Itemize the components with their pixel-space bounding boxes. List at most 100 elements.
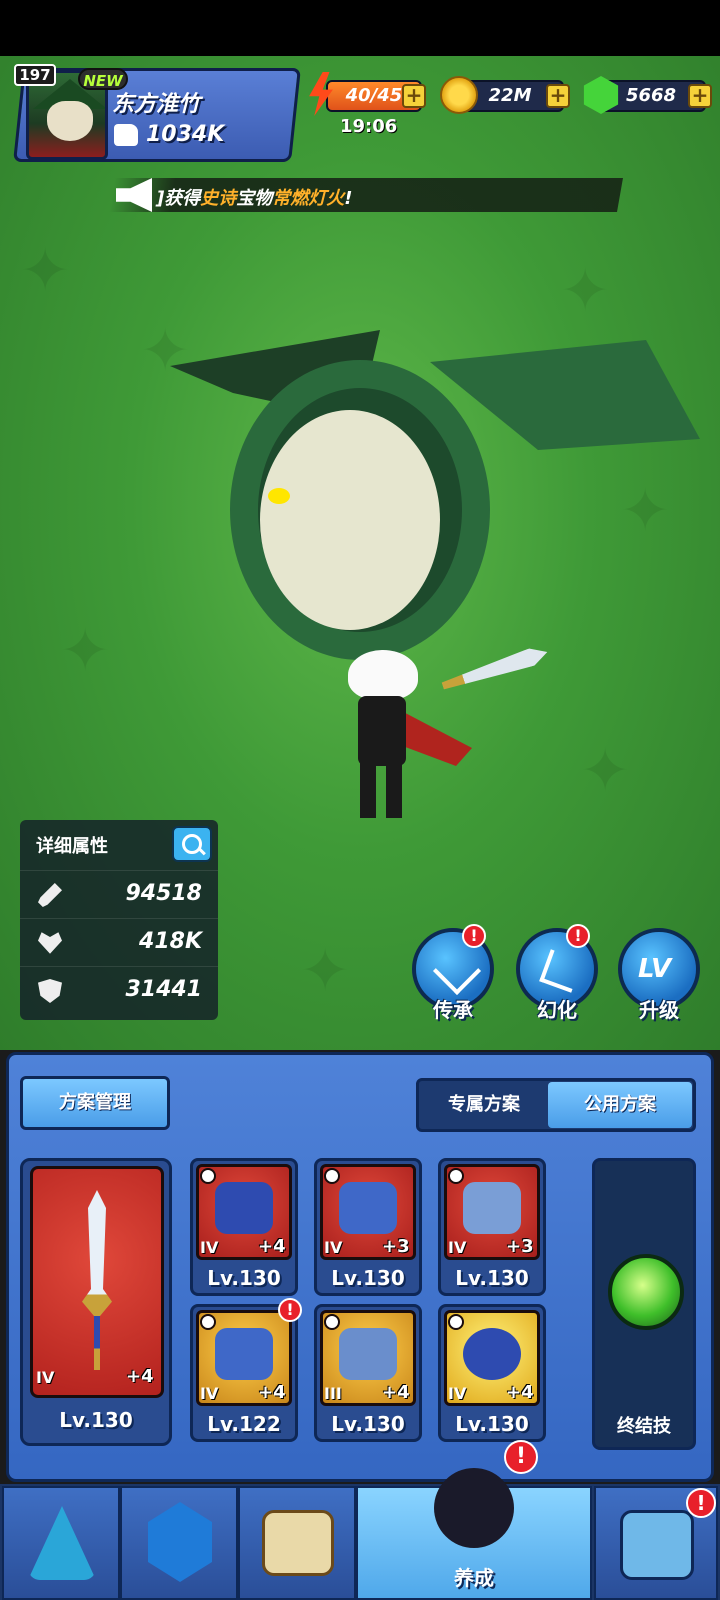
upgrade-label: 升级	[639, 998, 679, 1022]
chest-armor-icon	[463, 1182, 521, 1234]
equip-level: Lv.130	[207, 1266, 281, 1290]
slot-type-icon	[324, 1168, 340, 1184]
transform-label: 幻化	[537, 998, 577, 1022]
equip-tier: IV	[324, 1238, 343, 1257]
stat-row-hp: 418K	[20, 918, 218, 964]
dragon-belly	[260, 410, 440, 630]
hp-value: 418K	[139, 929, 202, 954]
power-row: 1034K	[114, 122, 224, 147]
nav-tab-map[interactable]	[238, 1486, 356, 1600]
weapon-tier: IV	[36, 1368, 55, 1387]
slot-type-icon	[448, 1168, 464, 1184]
shoulder-armor-icon	[339, 1182, 397, 1234]
bg-pattern-icon: ✦	[60, 616, 111, 686]
hero-leg	[360, 762, 376, 818]
nav-label-cultivate: 养成	[454, 1566, 494, 1590]
tab-public-plan[interactable]: 公用方案	[548, 1082, 692, 1128]
equip-level: Lv.130	[455, 1412, 529, 1436]
equip-tier: III	[324, 1384, 342, 1403]
bg-pattern-icon: ✦	[620, 476, 671, 546]
equip-enhance: +4	[258, 1382, 286, 1403]
nav-tab-cultivate[interactable]: 养成	[356, 1468, 592, 1600]
equip-level: Lv.130	[455, 1266, 529, 1290]
equip-level: Lv.122	[207, 1412, 281, 1436]
stat-row-defense: 31441	[20, 966, 218, 1012]
plan-manage-button[interactable]: 方案管理	[20, 1076, 170, 1130]
add-gold-button[interactable]: +	[546, 84, 570, 108]
slot-type-icon	[200, 1168, 216, 1184]
stat-row-attack: 94518	[20, 870, 218, 916]
add-energy-button[interactable]: +	[402, 84, 426, 108]
nav-tab-crystal[interactable]	[2, 1486, 120, 1600]
shop-alert-badge: !	[686, 1488, 716, 1518]
gold-coin-icon	[440, 76, 478, 114]
equip-enhance: +3	[382, 1236, 410, 1257]
ticker-prefix: ]获得	[156, 188, 201, 209]
ticker-item: 常燃灯火	[272, 188, 345, 209]
equip-enhance: +4	[382, 1382, 410, 1403]
crystal-icon	[28, 1506, 96, 1580]
inherit-label: 传承	[433, 998, 473, 1022]
ticker-message: ]获得史诗宝物常燃灯火!	[156, 184, 352, 210]
ticker-suffix: !	[344, 188, 353, 209]
hero-body	[358, 696, 406, 766]
cultivate-alert-badge: !	[504, 1440, 538, 1474]
shield-icon	[38, 979, 62, 1003]
ticker-rarity: 史诗	[200, 188, 237, 209]
gauntlet-icon	[215, 1328, 273, 1380]
status-bar	[0, 0, 720, 56]
attack-value: 94518	[125, 881, 202, 906]
bg-pattern-icon: ✦	[140, 316, 191, 386]
equip-level: Lv.130	[331, 1412, 405, 1436]
gloves-alert-badge: !	[278, 1298, 302, 1322]
stats-title: 详细属性	[36, 836, 108, 857]
bg-pattern-icon: ✦	[20, 236, 71, 306]
energy-timer: 19:06	[340, 116, 398, 137]
hero-hair	[348, 650, 418, 700]
equip-tier: IV	[448, 1238, 467, 1257]
fist-icon	[114, 123, 138, 146]
dragon-eye	[268, 488, 290, 504]
add-gem-button[interactable]: +	[688, 84, 712, 108]
hero-leg	[386, 762, 402, 818]
player-name: 东方淮竹	[112, 92, 201, 117]
power-value: 1034K	[146, 122, 225, 147]
bg-pattern-icon: ✦	[580, 736, 631, 806]
pet-icon	[434, 1468, 514, 1548]
slot-type-icon	[200, 1314, 216, 1330]
inherit-alert-badge: !	[462, 924, 486, 948]
defense-value: 31441	[125, 977, 202, 1002]
shop-icon	[620, 1510, 694, 1580]
weapon-level: Lv.130	[59, 1408, 133, 1432]
equip-level: Lv.130	[331, 1266, 405, 1290]
nav-tab-rune[interactable]	[120, 1486, 238, 1600]
avatar-face	[47, 101, 93, 141]
equip-enhance: +4	[506, 1382, 534, 1403]
helmet-icon	[215, 1182, 273, 1234]
slot-type-icon	[448, 1314, 464, 1330]
inherit-icon	[432, 946, 482, 996]
stats-detail-button[interactable]	[172, 826, 212, 862]
equip-enhance: +4	[258, 1236, 286, 1257]
level-up-icon: LV	[638, 954, 672, 984]
hero-character[interactable]	[342, 650, 472, 820]
tab-exclusive-plan[interactable]: 专属方案	[420, 1082, 548, 1128]
amulet-icon	[463, 1328, 521, 1380]
ticker-middle: 宝物	[236, 188, 273, 209]
boots-icon	[339, 1328, 397, 1380]
map-icon	[262, 1510, 334, 1576]
slot-type-icon	[324, 1314, 340, 1330]
attack-icon	[38, 883, 62, 907]
equip-tier: IV	[448, 1384, 467, 1403]
ultimate-skill-label: 终结技	[617, 1416, 671, 1437]
equip-enhance: +3	[506, 1236, 534, 1257]
bg-pattern-icon: ✦	[560, 256, 611, 326]
equip-tier: IV	[200, 1384, 219, 1403]
ultimate-skill-icon	[608, 1254, 684, 1330]
bg-pattern-icon: ✦	[300, 936, 351, 1006]
rune-icon	[148, 1502, 212, 1582]
transform-icon	[539, 949, 583, 993]
equip-tier: IV	[200, 1238, 219, 1257]
player-level-badge: 197	[14, 64, 56, 86]
weapon-enhance: +4	[126, 1366, 154, 1387]
